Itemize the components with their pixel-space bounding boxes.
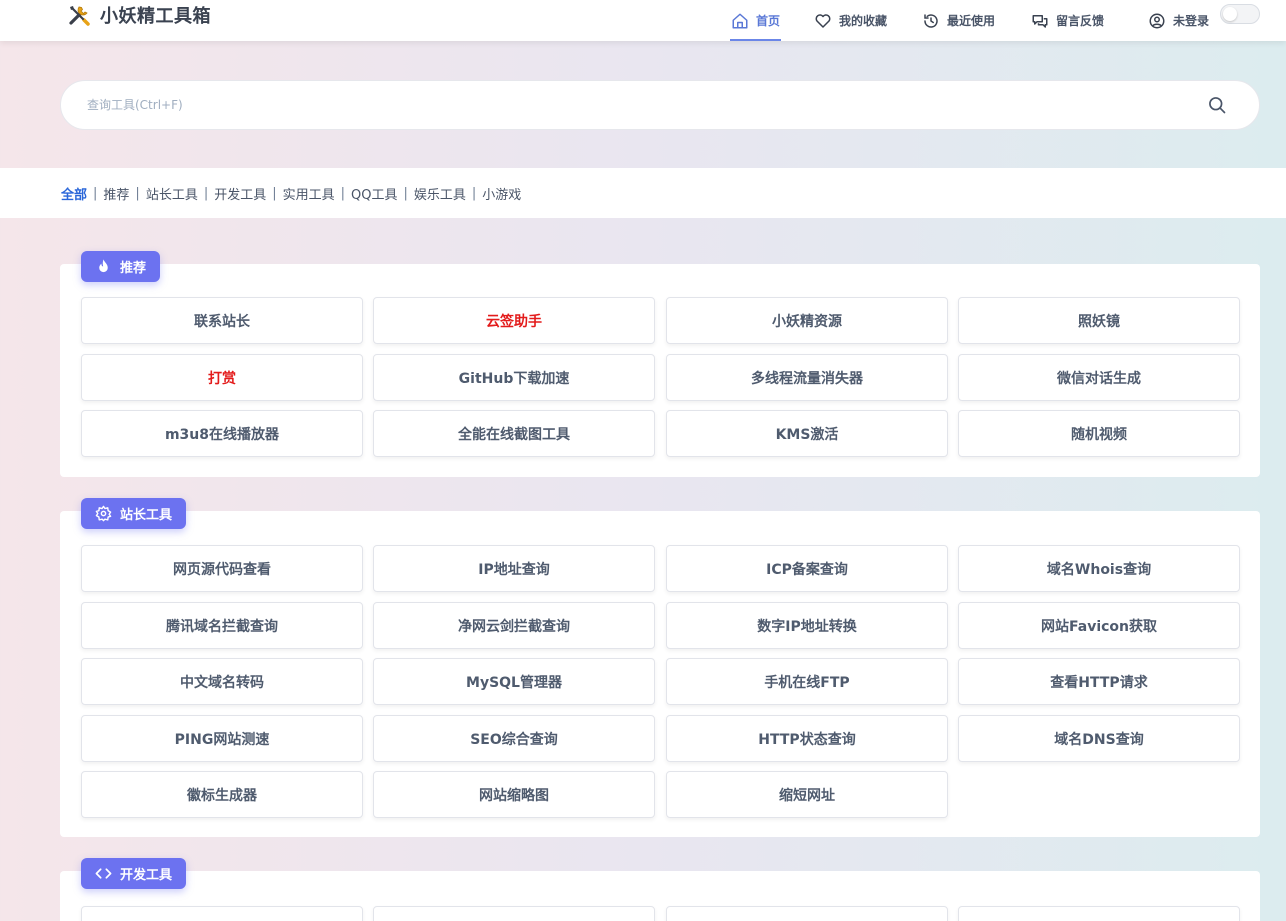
category-separator: |: [93, 185, 98, 201]
tool-button[interactable]: 徽标生成器: [81, 771, 363, 818]
nav-label: 首页: [756, 14, 781, 28]
history-icon: [924, 13, 938, 28]
tool-button[interactable]: 域名Whois查询: [958, 545, 1240, 592]
category-bar: 全部 | 推荐 | 站长工具 | 开发工具 | 实用工具 | QQ工具 | 娱乐工具 | 小游戏: [0, 168, 1286, 218]
nav-login[interactable]: 未登录: [1148, 0, 1209, 41]
tool-button[interactable]: KMS激活: [666, 410, 948, 457]
tool-button[interactable]: 中文域名转码: [81, 658, 363, 705]
wrench-screwdriver-icon: [69, 6, 90, 26]
section-label-text: 开发工具: [120, 868, 173, 883]
nav-label: 我的收藏: [839, 14, 888, 28]
tool-button[interactable]: 小妖精资源: [666, 297, 948, 344]
flame-icon: [99, 259, 108, 273]
site-title: 小妖精工具箱: [100, 6, 211, 27]
tool-button[interactable]: PING网站测速: [81, 715, 363, 762]
nav-label: 未登录: [1173, 14, 1210, 28]
category-list: 全部 | 推荐 | 站长工具 | 开发工具 | 实用工具 | QQ工具 | 娱乐工具 | 小游戏: [61, 168, 521, 218]
nav-home[interactable]: 首页: [729, 0, 782, 41]
toggle-knob: [1223, 7, 1237, 21]
home-icon: [732, 13, 748, 28]
section-label-text: 站长工具: [120, 508, 173, 523]
tool-button[interactable]: 网站缩略图: [373, 771, 655, 818]
heart-icon: [815, 13, 831, 28]
tool-button[interactable]: [81, 906, 363, 921]
tool-button[interactable]: 联系站长: [81, 297, 363, 344]
category-separator: |: [203, 185, 209, 201]
category-tab[interactable]: 全部: [61, 184, 87, 203]
tool-button[interactable]: GitHub下载加速: [373, 354, 655, 401]
theme-toggle[interactable]: [1220, 4, 1260, 24]
tool-button[interactable]: [373, 906, 655, 921]
tool-button[interactable]: ICP备案查询: [666, 545, 948, 592]
category-separator: |: [135, 185, 140, 201]
tool-button[interactable]: 缩短网址: [666, 771, 948, 818]
section-label-recommend[interactable]: 推荐: [81, 251, 161, 282]
tool-button[interactable]: HTTP状态查询: [666, 715, 948, 762]
tool-button[interactable]: 数字IP地址转换: [666, 602, 948, 649]
search-icon[interactable]: [1207, 95, 1227, 115]
tool-button[interactable]: 网站Favicon获取: [958, 602, 1240, 649]
chat-icon: [1032, 14, 1048, 28]
category-separator: |: [471, 185, 477, 201]
tool-button[interactable]: IP地址查询: [373, 545, 655, 592]
tool-button[interactable]: 域名DNS查询: [958, 715, 1240, 762]
tool-button[interactable]: SEO综合查询: [373, 715, 655, 762]
category-tab[interactable]: 实用工具: [283, 184, 335, 203]
category-tab[interactable]: 娱乐工具: [414, 184, 466, 203]
nav-label: 最近使用: [947, 14, 996, 28]
tool-button[interactable]: 微信对话生成: [958, 354, 1240, 401]
tool-button[interactable]: 云签助手: [373, 297, 655, 344]
nav-recent[interactable]: 最近使用: [922, 0, 995, 41]
tool-button[interactable]: [958, 906, 1240, 921]
tool-button[interactable]: 腾讯域名拦截查询: [81, 602, 363, 649]
user-icon: [1149, 13, 1165, 28]
nav-label: 留言反馈: [1056, 14, 1105, 28]
tool-button[interactable]: m3u8在线播放器: [81, 410, 363, 457]
tool-button[interactable]: 手机在线FTP: [666, 658, 948, 705]
gear-icon: [95, 505, 112, 522]
tool-button[interactable]: 多线程流量消失器: [666, 354, 948, 401]
nav-feedback[interactable]: 留言反馈: [1031, 0, 1104, 41]
category-separator: |: [340, 185, 346, 201]
top-header: 小妖精工具箱 首页 我的收藏 最近使用 留言反馈 未登录: [0, 0, 1286, 41]
tool-button[interactable]: MySQL管理器: [373, 658, 655, 705]
tool-button[interactable]: 打赏: [81, 354, 363, 401]
section-label-webmaster[interactable]: 站长工具: [81, 498, 187, 529]
section-label-dev[interactable]: 开发工具: [81, 858, 187, 889]
category-tab[interactable]: QQ工具: [351, 184, 397, 203]
tool-button[interactable]: 照妖镜: [958, 297, 1240, 344]
category-separator: |: [272, 185, 277, 201]
search-input[interactable]: [87, 81, 1187, 129]
tool-button[interactable]: 随机视频: [958, 410, 1240, 457]
category-tab[interactable]: 推荐: [103, 184, 129, 203]
category-tab[interactable]: 开发工具: [214, 184, 266, 203]
nav-favorites[interactable]: 我的收藏: [814, 0, 887, 41]
tool-button[interactable]: 全能在线截图工具: [373, 410, 655, 457]
tool-button[interactable]: 净网云剑拦截查询: [373, 602, 655, 649]
category-tab[interactable]: 小游戏: [482, 184, 521, 203]
search-bar: [60, 80, 1260, 130]
logo[interactable]: 小妖精工具箱: [66, 2, 211, 28]
code-icon: [95, 868, 112, 879]
tool-button[interactable]: 网页源代码查看: [81, 545, 363, 592]
category-separator: |: [403, 185, 408, 201]
tool-button[interactable]: [666, 906, 948, 921]
section-label-text: 推荐: [120, 261, 147, 276]
category-tab[interactable]: 站长工具: [146, 184, 198, 203]
tool-button[interactable]: 查看HTTP请求: [958, 658, 1240, 705]
